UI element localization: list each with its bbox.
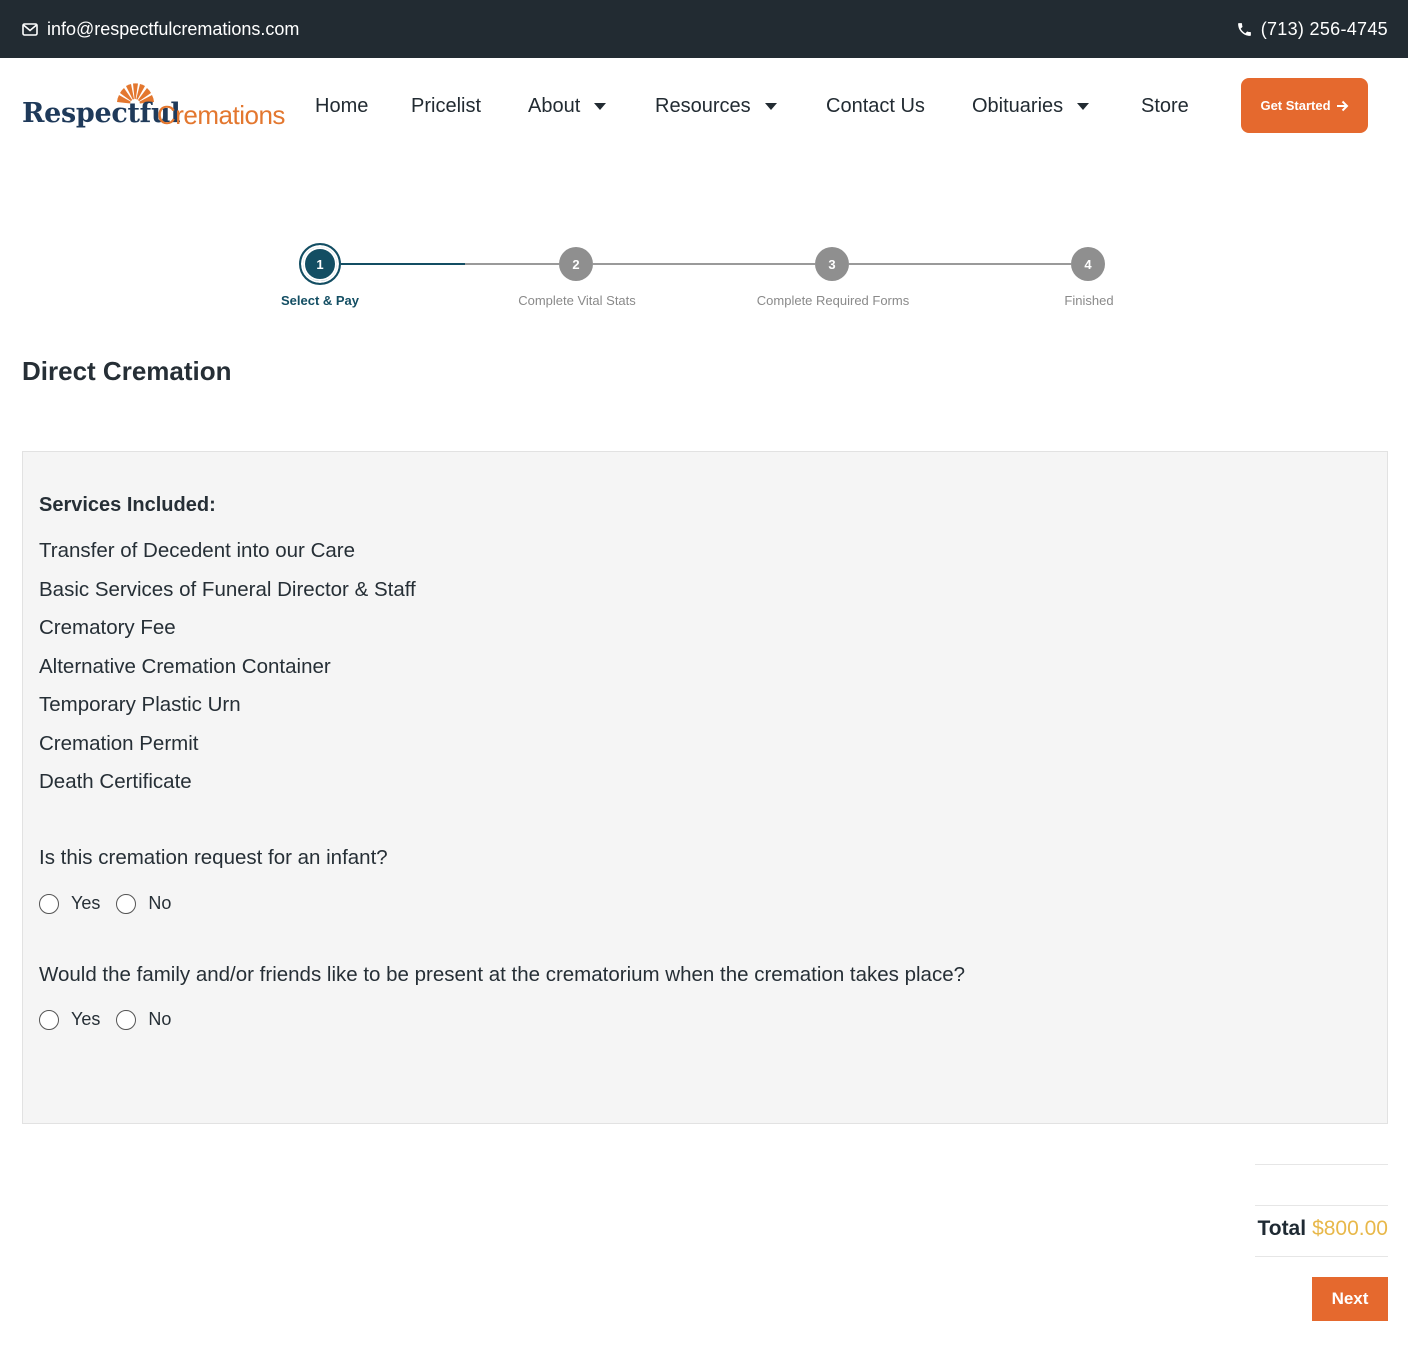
- total-label: Total: [1257, 1217, 1307, 1240]
- get-started-label: Get Started: [1260, 98, 1331, 113]
- top-contact-bar: info@respectfulcremations.com (713) 256-…: [0, 0, 1408, 58]
- get-started-button[interactable]: Get Started: [1241, 78, 1368, 133]
- progress-line: [849, 263, 1071, 265]
- services-heading: Services Included:: [39, 494, 216, 516]
- phone-text: (713) 256-4745: [1260, 18, 1388, 39]
- list-item: Death Certificate: [39, 770, 192, 793]
- nav-about[interactable]: About: [528, 58, 607, 154]
- envelope-icon: [22, 22, 38, 36]
- infant-no-label[interactable]: No: [148, 893, 171, 914]
- nav-resources[interactable]: Resources: [655, 58, 777, 154]
- list-item: Cremation Permit: [39, 731, 199, 755]
- nav-contact-us[interactable]: Contact Us: [826, 58, 925, 154]
- arrow-right-icon: [1336, 100, 1348, 111]
- site-header: Respectful Cremations Home Pricelist Abo…: [0, 58, 1408, 154]
- email-text: info@respectfulcremations.com: [47, 18, 300, 39]
- nav-store[interactable]: Store: [1141, 58, 1189, 154]
- attendance-yes-label[interactable]: Yes: [71, 1009, 100, 1030]
- progress-line: [593, 263, 815, 265]
- step-1-label: Select & Pay: [280, 293, 360, 308]
- nav-obituaries[interactable]: Obituaries: [972, 58, 1090, 154]
- attendance-no-label[interactable]: No: [148, 1009, 171, 1030]
- phone-link[interactable]: (713) 256-4745: [1236, 0, 1388, 58]
- site-logo[interactable]: Respectful Cremations: [22, 76, 285, 136]
- progress-line-filled: [341, 263, 465, 265]
- infant-yes-label[interactable]: Yes: [71, 893, 100, 914]
- attendance-radio-group: Yes No: [39, 1009, 187, 1030]
- step-2-number: 2: [572, 256, 580, 272]
- progress-line: [465, 263, 559, 265]
- list-item: Alternative Cremation Container: [39, 654, 331, 678]
- caret-down-icon: [594, 102, 607, 110]
- nav-obituaries-label: Obituaries: [972, 94, 1064, 117]
- list-item: Basic Services of Funeral Director & Sta…: [39, 577, 416, 601]
- nav-store-label: Store: [1141, 94, 1189, 117]
- service-panel: Services Included: Transfer of Decedent …: [22, 451, 1388, 1124]
- attendance-no-radio[interactable]: [116, 1009, 137, 1030]
- logo-word-cremations: Cremations: [157, 100, 285, 130]
- step-2-label: Complete Vital Stats: [518, 293, 636, 308]
- nav-home-label: Home: [315, 94, 369, 117]
- phone-icon: [1237, 22, 1251, 36]
- page-title: Direct Cremation: [22, 356, 232, 386]
- nav-resources-label: Resources: [655, 94, 751, 117]
- list-item: Transfer of Decedent into our Care: [39, 539, 356, 562]
- infant-question: Is this cremation request for an infant?: [39, 846, 388, 869]
- caret-down-icon: [1077, 102, 1090, 110]
- next-button[interactable]: Next: [1312, 1277, 1388, 1321]
- step-3-label: Complete Required Forms: [756, 293, 910, 308]
- order-total: Total $800.00: [1257, 1217, 1388, 1241]
- step-1-circle: 1: [299, 243, 341, 285]
- nav-contact-us-label: Contact Us: [826, 94, 925, 117]
- step-4-circle: 4: [1071, 247, 1105, 281]
- divider: [1255, 1164, 1388, 1165]
- list-item: Crematory Fee: [39, 616, 176, 639]
- next-label: Next: [1331, 1289, 1369, 1308]
- attendance-question: Would the family and/or friends like to …: [39, 963, 966, 986]
- step-3-circle: 3: [815, 247, 849, 281]
- checkout-progress: 1 2 3 4 Select & Pay Complete Vital Stat…: [0, 240, 1408, 320]
- step-4-label: Finished: [1064, 293, 1114, 308]
- step-3-number: 3: [828, 256, 836, 272]
- step-2-circle: 2: [559, 247, 593, 281]
- infant-radio-group: Yes No: [39, 893, 187, 914]
- nav-about-label: About: [528, 94, 581, 117]
- infant-no-radio[interactable]: [116, 893, 137, 914]
- nav-home[interactable]: Home: [315, 58, 368, 154]
- total-value: $800.00: [1312, 1217, 1388, 1240]
- attendance-yes-radio[interactable]: [39, 1009, 59, 1030]
- divider: [1255, 1256, 1388, 1257]
- divider: [1255, 1205, 1388, 1206]
- services-list: Transfer of Decedent into our Care Basic…: [39, 536, 416, 806]
- step-4-number: 4: [1084, 256, 1092, 272]
- list-item: Temporary Plastic Urn: [39, 693, 241, 716]
- nav-pricelist[interactable]: Pricelist: [411, 58, 481, 154]
- email-link[interactable]: info@respectfulcremations.com: [22, 0, 299, 58]
- infant-yes-radio[interactable]: [39, 893, 59, 914]
- caret-down-icon: [764, 102, 777, 110]
- nav-pricelist-label: Pricelist: [411, 94, 482, 117]
- step-1-number: 1: [303, 247, 337, 281]
